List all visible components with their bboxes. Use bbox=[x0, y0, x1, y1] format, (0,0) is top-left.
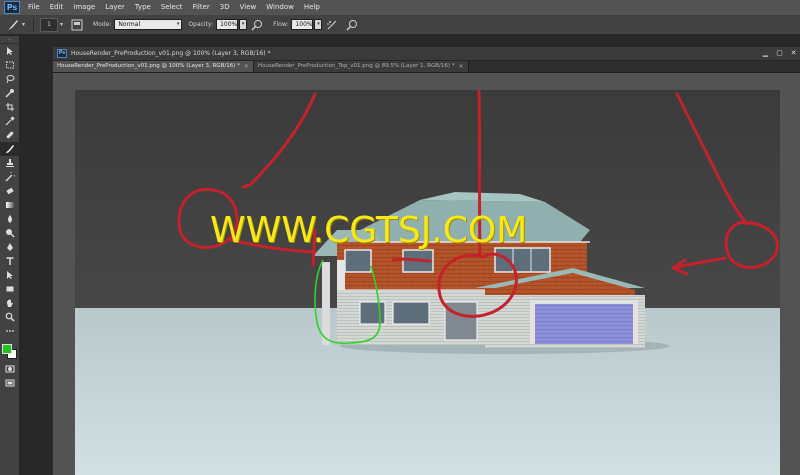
watermark-text: WWW.CGTSJ.COM bbox=[210, 210, 528, 251]
red-stroke-arrow-center bbox=[391, 257, 432, 263]
screen-mode-icon[interactable] bbox=[0, 376, 20, 390]
toolbox-grip[interactable]: » bbox=[0, 36, 19, 44]
rectangle-shape-tool-icon[interactable] bbox=[0, 282, 20, 296]
menu-edit[interactable]: Edit bbox=[45, 0, 69, 15]
menu-3d[interactable]: 3D bbox=[215, 0, 235, 15]
document-window: Ps HouseRender_PreProduction_v01.png @ 1… bbox=[52, 47, 800, 475]
canvas[interactable]: WWW.CGTSJ.COM bbox=[75, 90, 780, 475]
tab-close-icon[interactable]: × bbox=[459, 61, 464, 72]
path-selection-tool-icon[interactable] bbox=[0, 268, 20, 282]
menu-select[interactable]: Select bbox=[156, 0, 188, 15]
mode-chevron-down-icon: ▾ bbox=[176, 21, 180, 27]
document-ps-icon: Ps bbox=[57, 49, 67, 58]
quick-mask-icon[interactable] bbox=[0, 362, 20, 376]
pressure-opacity-icon[interactable] bbox=[251, 19, 263, 31]
lasso-tool-icon[interactable] bbox=[0, 72, 20, 86]
opacity-value: 100% bbox=[220, 21, 238, 28]
minimize-icon[interactable]: ▁ bbox=[759, 48, 772, 60]
menu-help[interactable]: Help bbox=[299, 0, 325, 15]
menu-bar: Ps File Edit Image Layer Type Select Fil… bbox=[0, 0, 800, 15]
hand-tool-icon[interactable] bbox=[0, 296, 20, 310]
document-title: HouseRender_PreProduction_v01.png @ 100%… bbox=[71, 50, 271, 57]
brush-panel-icon[interactable] bbox=[71, 19, 83, 31]
opacity-label: Opacity: bbox=[188, 21, 214, 28]
tab-close-icon[interactable]: × bbox=[244, 61, 249, 72]
tab-houserender-preproduction[interactable]: HouseRender_PreProduction_v01.png @ 100%… bbox=[53, 61, 254, 72]
brush-preset-chevron-down-icon[interactable]: ▾ bbox=[60, 21, 63, 28]
tool-preset-chevron-down-icon[interactable]: ▾ bbox=[22, 21, 25, 28]
menu-filter[interactable]: Filter bbox=[187, 0, 214, 15]
mode-value: Normal bbox=[118, 21, 141, 28]
eraser-tool-icon[interactable] bbox=[0, 184, 20, 198]
marquee-tool-icon[interactable] bbox=[0, 58, 20, 72]
crop-tool-icon[interactable] bbox=[0, 100, 20, 114]
brush-tool-icon[interactable] bbox=[6, 18, 20, 32]
opacity-input[interactable]: 100% bbox=[216, 19, 239, 30]
divider bbox=[33, 17, 35, 32]
menu-view[interactable]: View bbox=[235, 0, 262, 15]
menu-file[interactable]: File bbox=[26, 0, 45, 15]
clone-stamp-tool-icon[interactable] bbox=[0, 156, 20, 170]
history-brush-tool-icon[interactable] bbox=[0, 170, 20, 184]
menu-image[interactable]: Image bbox=[68, 0, 100, 15]
toolbox: » bbox=[0, 36, 20, 475]
tab-label: HouseRender_PreProduction_Top_v01.png @ … bbox=[257, 63, 455, 69]
mode-label: Mode: bbox=[93, 21, 112, 28]
zoom-tool-icon[interactable] bbox=[0, 310, 20, 324]
document-tabs: HouseRender_PreProduction_v01.png @ 100%… bbox=[53, 61, 800, 73]
pressure-size-icon[interactable] bbox=[346, 19, 358, 31]
close-icon[interactable]: ✕ bbox=[787, 48, 800, 60]
airbrush-icon[interactable] bbox=[326, 19, 338, 31]
move-tool-icon[interactable] bbox=[0, 44, 20, 58]
flow-input[interactable]: 100% bbox=[291, 19, 314, 30]
dodge-tool-icon[interactable] bbox=[0, 226, 20, 240]
healing-brush-tool-icon[interactable] bbox=[0, 128, 20, 142]
flow-value: 100% bbox=[295, 21, 313, 28]
document-title-bar[interactable]: Ps HouseRender_PreProduction_v01.png @ 1… bbox=[53, 47, 800, 61]
restore-icon[interactable]: ▢ bbox=[773, 48, 786, 60]
quick-select-tool-icon[interactable] bbox=[0, 86, 20, 100]
blur-tool-icon[interactable] bbox=[0, 212, 20, 226]
mode-select[interactable]: Normal ▾ bbox=[114, 19, 183, 30]
tab-label: HouseRender_PreProduction_v01.png @ 100%… bbox=[57, 63, 240, 69]
photoshop-logo-icon: Ps bbox=[4, 1, 20, 14]
foreground-color-swatch[interactable] bbox=[2, 344, 12, 354]
pen-tool-icon[interactable] bbox=[0, 240, 20, 254]
color-swatches[interactable] bbox=[0, 342, 20, 362]
tab-houserender-preproduction-top[interactable]: HouseRender_PreProduction_Top_v01.png @ … bbox=[253, 61, 469, 72]
flow-label: Flow: bbox=[273, 21, 289, 28]
window-controls: ▁ ▢ ✕ bbox=[758, 48, 800, 60]
eyedropper-tool-icon[interactable] bbox=[0, 114, 20, 128]
type-tool-icon[interactable] bbox=[0, 254, 20, 268]
house-render-image bbox=[75, 90, 780, 475]
gradient-tool-icon[interactable] bbox=[0, 198, 20, 212]
menu-layer[interactable]: Layer bbox=[100, 0, 130, 15]
more-tools-icon[interactable] bbox=[0, 324, 20, 338]
photoshop-window: Ps File Edit Image Layer Type Select Fil… bbox=[0, 0, 800, 475]
options-bar: ▾ 1 ▾ Mode: Normal ▾ Opacity: 100% ▾ Flo… bbox=[0, 15, 800, 35]
menu-type[interactable]: Type bbox=[130, 0, 156, 15]
brush-size-picker[interactable]: 1 bbox=[40, 17, 59, 32]
opacity-slider-chevron-icon[interactable]: ▾ bbox=[239, 19, 248, 30]
menu-window[interactable]: Window bbox=[261, 0, 299, 15]
brush-tool-icon[interactable] bbox=[0, 142, 20, 156]
flow-slider-chevron-icon[interactable]: ▾ bbox=[314, 19, 323, 30]
